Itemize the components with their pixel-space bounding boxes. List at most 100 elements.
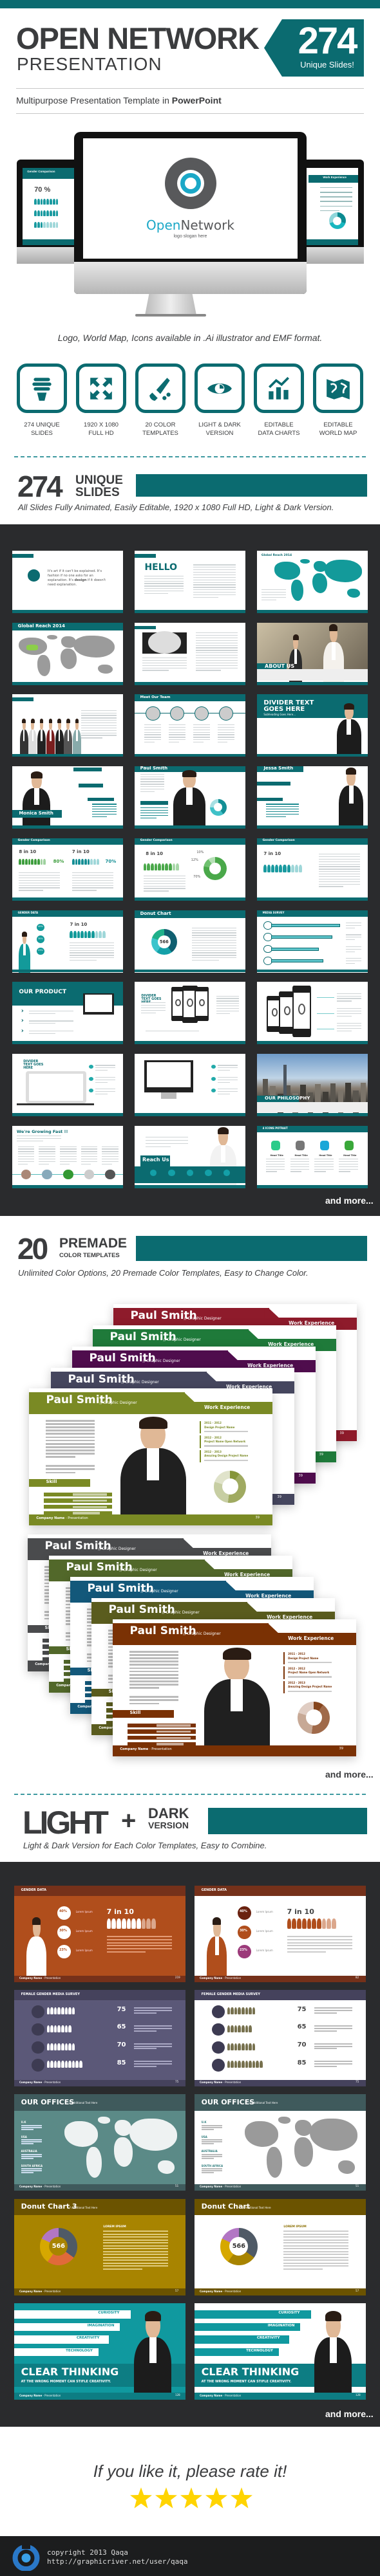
person-hair <box>145 2311 161 2322</box>
person-figure-icon <box>57 2043 61 2050</box>
slide-thumbnail-meet[interactable]: Meet Our Team <box>135 694 245 757</box>
color-template-slide[interactable]: Paul Smith// Graphic Designer Work Experi… <box>113 1619 356 1756</box>
slide-thumbnail-monitor[interactable]: DIVIDER TEXT GOES HERE <box>135 1053 245 1116</box>
star-icon[interactable] <box>180 2487 202 2508</box>
author-url[interactable]: http://graphicriver.net/user/qaqa <box>47 2558 188 2565</box>
slide-donut-dark[interactable]: Donut Chart 3// Additional Text Here 566 L… <box>14 2198 185 2295</box>
person-figure-icon <box>234 2007 238 2015</box>
slide-clear-light[interactable]: CURIOSITY IMAGINATION CREATIVITY TECHNOLOGY… <box>195 2303 366 2400</box>
person-figure-icon <box>57 2025 61 2032</box>
eye-icon <box>207 383 232 394</box>
person-figure-icon <box>298 864 302 872</box>
slide-survey-dark[interactable]: FEMALE GENDER MEDIA SURVEY 75 65 70 85 Compan… <box>14 1990 185 2087</box>
rating-stars[interactable] <box>130 2487 252 2509</box>
slide-offices-dark[interactable]: OUR OFFICES// Additional Text Here U.K USA… <box>14 2094 185 2191</box>
slide-thumbnail-clock[interactable] <box>135 622 245 685</box>
text-line <box>17 1146 35 1147</box>
slide-thumbnail-city[interactable]: OUR PHILOSOPHY <box>257 1053 368 1116</box>
text-line <box>102 1161 119 1163</box>
donut-chart <box>209 798 227 816</box>
slide-thumbnail-donut[interactable]: Donut Chart 566 <box>135 910 245 973</box>
slide-gender-dark[interactable]: GENDER DATA 40% Lorem Ipsum 30% Lorem Ipsum 2… <box>14 1886 185 1982</box>
slide-footer-bar <box>135 1041 245 1045</box>
band-diagonal <box>221 1581 236 1591</box>
text-line <box>218 1081 230 1083</box>
slide-thumbnail-photo[interactable]: ABOUT US <box>257 622 368 685</box>
person-hair <box>292 634 299 640</box>
person-shirt <box>231 1679 243 1712</box>
slide-thumbnail-team[interactable] <box>12 694 123 757</box>
slide-thumbnail-phones2[interactable] <box>257 982 368 1045</box>
slide-thumbnail-growing[interactable]: We're Growing Fast !! <box>12 1125 123 1188</box>
text-line <box>336 1023 361 1024</box>
text-line <box>106 1948 172 1950</box>
slide-thumbnail-phones[interactable]: DIVIDER TEXT GOES HERE <box>135 982 245 1045</box>
text-line <box>28 1020 73 1022</box>
slide-thumbnail-genderdata[interactable]: GENDER DATA 40% 30% 23% 7 in 10 <box>12 910 123 973</box>
text-line <box>19 872 60 874</box>
person-figure-icon <box>241 2043 245 2050</box>
person-figure-icon <box>19 858 22 865</box>
color-template-slide[interactable]: Paul Smith// Graphic Designer Work Experi… <box>29 1388 272 1525</box>
text-line <box>140 786 165 787</box>
person-figure-icon <box>37 858 40 865</box>
person-figure-icon <box>151 1918 156 1929</box>
slide-thumbnail-laptop[interactable]: DIVIDER TEXT GOES HERE <box>12 1053 123 1116</box>
person-hair <box>48 719 53 723</box>
gear-logo-icon <box>164 157 216 209</box>
slide-thumbnail-profile3[interactable]: Jessa Smith <box>257 766 368 829</box>
star-icon[interactable] <box>155 2487 177 2508</box>
team-member-photo <box>194 706 209 721</box>
person-hair <box>182 770 196 777</box>
slide-thumbnail-hello[interactable]: HELLO <box>135 551 245 613</box>
slide-survey-light[interactable]: FEMALE GENDER MEDIA SURVEY 75 65 70 85 Compan… <box>195 1990 366 2087</box>
person-figure-icon <box>131 1918 136 1929</box>
slide-thumbnail-media[interactable]: MEDIA SURVEY <box>257 910 368 973</box>
slide-thumbnail-profile2[interactable]: Paul Smith <box>135 766 245 829</box>
slide-donut-light[interactable]: Donut Chart// Additional Text Here 566 LOR… <box>195 2198 366 2295</box>
text-line <box>265 1161 285 1163</box>
job-desc-line <box>204 1445 249 1447</box>
star-icon[interactable] <box>205 2487 227 2508</box>
slide-thumbnail-gender1[interactable]: Gender Comparison 7 in 10 <box>257 838 368 901</box>
text-line <box>134 2045 172 2047</box>
skill-band <box>29 1478 90 1487</box>
text-line <box>134 2007 172 2009</box>
slide-thumbnail-gender2[interactable]: Gender Comparison 8 in 10 7 in 10 80% 70% <box>12 838 123 901</box>
slide-gender-light[interactable]: GENDER DATA 40% Lorem Ipsum 30% Lorem Ipsum 2… <box>195 1886 366 1982</box>
slide-thumbnail-gender_donut[interactable]: Gender Comparison 8 in 10 10% 12% 70% <box>135 838 245 901</box>
person-figure-icon <box>81 858 84 865</box>
slide-thumbnail-map[interactable]: Global Reach 2014 <box>257 551 368 613</box>
slide-thumbnail-mapbar[interactable]: Global Reach 2014 <box>12 622 123 685</box>
text-line <box>16 1137 61 1139</box>
slide-thumbnail-product[interactable]: OUR PRODUCT › › › <box>12 982 123 1045</box>
text-line <box>17 1148 35 1150</box>
person-figure-icon <box>271 864 275 872</box>
slide-offices-light[interactable]: OUR OFFICES// Additional Text Here U.K USA… <box>195 2094 366 2191</box>
text-line <box>134 2010 172 2012</box>
slide-footer-bar <box>12 1113 123 1116</box>
person-figure-icon <box>46 198 50 205</box>
keyword-label: IMAGINATION <box>87 2323 115 2328</box>
text-line <box>46 1468 95 1471</box>
slide-clear-dark[interactable]: CURIOSITY IMAGINATION CREATIVITY TECHNOLOGY… <box>14 2303 185 2400</box>
text-line <box>46 1453 95 1455</box>
skill-bar-fill <box>157 1730 191 1733</box>
slide-thumbnail-quote[interactable]: It's art if it can't be explained. It's … <box>12 551 123 613</box>
person-figure-icon <box>97 858 99 865</box>
percent-value: 30% <box>37 937 43 940</box>
profile-name: Monica Smith <box>19 810 53 816</box>
survey-bar <box>271 947 319 951</box>
star-icon[interactable] <box>130 2487 152 2508</box>
slide-thumbnail-divider[interactable]: DIVIDER TEXT GOES HERE Subheading Goes He… <box>257 694 368 757</box>
person-figure-icon <box>70 930 73 938</box>
person-figure-icon <box>53 2043 57 2050</box>
star-icon[interactable] <box>231 2487 252 2508</box>
text-line <box>319 196 352 198</box>
text-line <box>283 2256 349 2258</box>
slide-thumbnail-profile[interactable]: Monica Smith <box>12 766 123 829</box>
text-line <box>144 585 184 587</box>
slide-thumbnail-icons4[interactable]: 4 ICONS POTRAIT Head Title Head Title Head … <box>257 1125 368 1188</box>
slide-thumbnail-reach[interactable]: Reach Us <box>135 1125 245 1188</box>
footer-text: Company Name - Presentation <box>19 2185 61 2188</box>
